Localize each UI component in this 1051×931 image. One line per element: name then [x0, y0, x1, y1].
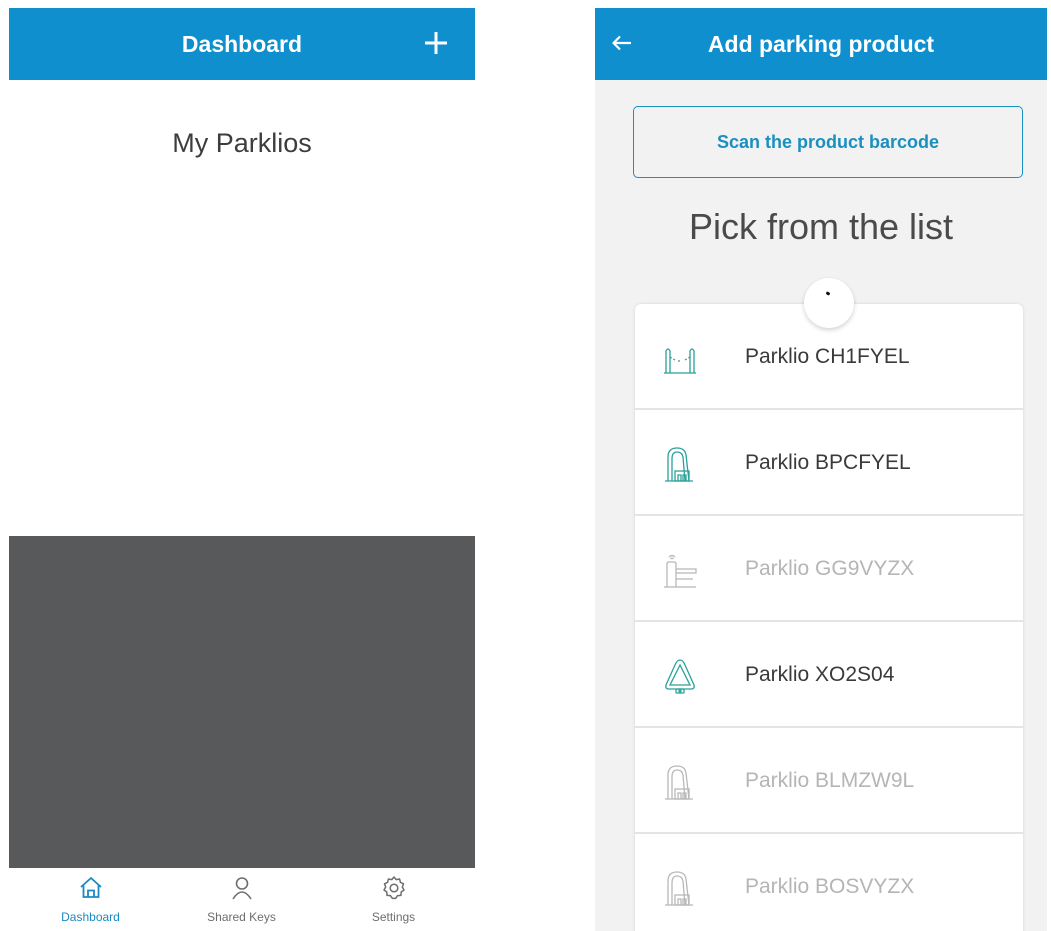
gate-barrier-icon: [664, 554, 697, 588]
chain-barrier-icon: [664, 348, 696, 374]
product-label: Parklio BLMZW9L: [745, 769, 915, 792]
list-item[interactable]: Parklio GG9VYZX: [635, 516, 1023, 622]
dark-wave-shape: [9, 549, 475, 580]
canvas: Dashboard My Parklios Dashboard Shared K…: [0, 0, 1051, 931]
add-product-app-bar: Add parking product: [595, 8, 1047, 80]
add-product-screen: Add parking product Scan the product bar…: [595, 8, 1047, 931]
dark-panel: [9, 536, 475, 868]
product-label: Parklio BOSVYZX: [745, 875, 915, 898]
loading-spinner: [804, 278, 854, 328]
gear-icon: [382, 876, 405, 900]
home-icon: [79, 877, 102, 898]
my-parklios-heading: My Parklios: [172, 128, 312, 158]
nav-label-shared-keys: Shared Keys: [207, 910, 276, 924]
add-button[interactable]: [421, 28, 451, 58]
person-icon: [231, 877, 252, 900]
spinner-dot: [825, 291, 831, 296]
parking-barrier-icon: [665, 447, 693, 482]
nav-item-dashboard[interactable]: Dashboard: [13, 868, 168, 931]
dashboard-screen: Dashboard My Parklios Dashboard Shared K…: [9, 8, 475, 931]
scan-barcode-button[interactable]: Scan the product barcode: [633, 106, 1023, 178]
parking-barrier-icon: [665, 765, 693, 800]
triangle-lock-icon: [665, 659, 695, 694]
list-item[interactable]: Parklio BLMZW9L: [635, 728, 1023, 834]
page-title: Dashboard: [181, 31, 303, 57]
list-item[interactable]: Parklio BPCFYEL: [635, 410, 1023, 516]
parking-barrier-icon: [665, 871, 693, 906]
page-title: Add parking product: [707, 31, 935, 57]
dashboard-app-bar: Dashboard: [9, 8, 475, 80]
product-label: Parklio XO2S04: [745, 663, 895, 686]
product-label: Parklio BPCFYEL: [745, 451, 911, 474]
pick-list-heading: Pick from the list: [688, 206, 954, 247]
dashboard-content: My Parklios: [9, 80, 475, 868]
nav-item-settings[interactable]: Settings: [316, 868, 471, 931]
list-item[interactable]: Parklio BOSVYZX: [635, 834, 1023, 931]
nav-label-dashboard: Dashboard: [61, 910, 120, 924]
nav-item-shared-keys[interactable]: Shared Keys: [164, 868, 319, 931]
product-label: Parklio GG9VYZX: [745, 557, 915, 580]
product-list: Parklio CH1FYEL Parklio BPCFYEL Parklio …: [635, 304, 1023, 931]
nav-label-settings: Settings: [371, 910, 416, 924]
plus-icon: [425, 32, 447, 54]
bottom-nav: Dashboard Shared Keys Settings: [9, 868, 475, 931]
list-item[interactable]: Parklio XO2S04: [635, 622, 1023, 728]
